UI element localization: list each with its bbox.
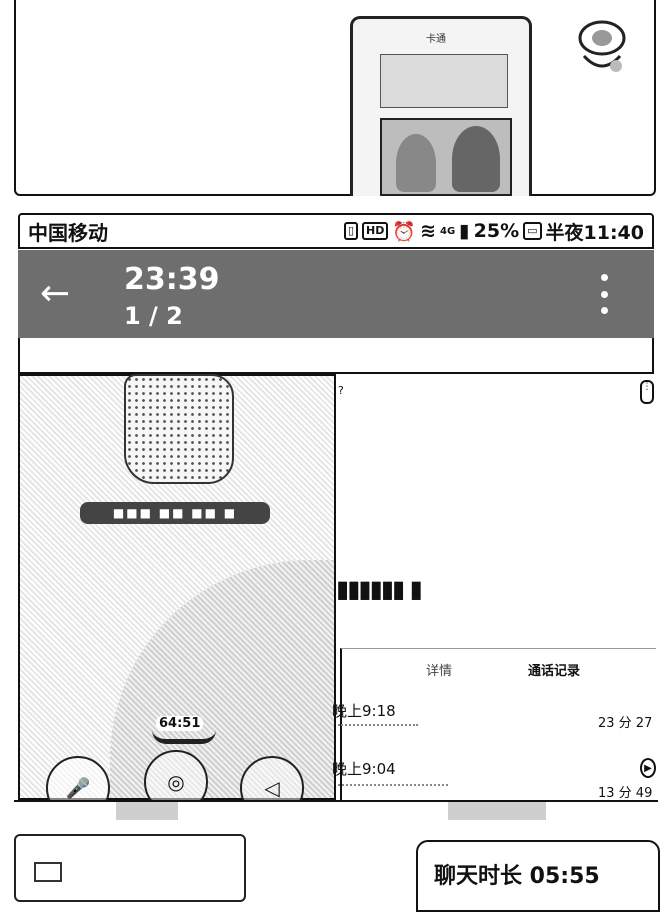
top-panel <box>14 0 656 196</box>
speaker-icon: ◎ <box>167 770 185 794</box>
alarm-icon: ⏰ <box>392 220 417 243</box>
redacted-chip <box>448 802 546 820</box>
phone-logo-text: 卡通 <box>426 34 446 45</box>
tab-call-records[interactable]: 通话记录 <box>528 660 580 679</box>
mail-icon <box>34 862 62 882</box>
signal-type: 4G <box>439 225 456 237</box>
battery-icon: ▭ <box>523 222 542 240</box>
record-time: 晚上9:18 <box>332 702 396 720</box>
clock: 半夜11:40 <box>545 221 644 244</box>
status-icons: ▯ HD ⏰ ≋ 4G ▮ 25% ▭ 半夜11:40 <box>343 218 644 245</box>
header-time: 23:39 <box>124 262 220 297</box>
chat-duration: 聊天时长 05:55 <box>434 864 600 889</box>
timer-arc <box>152 730 216 744</box>
more-options-icon[interactable] <box>598 274 610 314</box>
contact-name: ■■■ ■■ ■■ ■ <box>80 502 270 524</box>
contact-avatar <box>124 374 234 484</box>
redacted-chip <box>116 802 178 820</box>
header-subbar <box>18 338 654 374</box>
sound-icon: ◁ <box>264 776 280 800</box>
redacted-text-icon: ▮▮▮▮▮▮ ▮ <box>336 575 423 603</box>
record-duration: 13 分 49 <box>598 786 653 801</box>
tab-details[interactable]: 详情 <box>426 660 452 679</box>
call-timer: 64:51 <box>156 716 204 731</box>
phone-screen-image <box>380 54 508 108</box>
record-duration: 23 分 27 <box>598 716 653 731</box>
viewer-header <box>18 250 654 338</box>
record-detail-redacted <box>338 784 448 786</box>
side-handle-icon[interactable]: ⋮ <box>640 380 654 404</box>
back-arrow-icon[interactable]: ← <box>40 276 70 312</box>
chevron-right-icon[interactable]: ▶ <box>640 758 656 778</box>
vibrate-icon: ▯ <box>343 222 359 240</box>
record-detail-redacted <box>338 724 418 726</box>
hd-icon: HD <box>362 222 389 240</box>
carrier-label: 中国移动 <box>28 220 108 245</box>
bottom-bar <box>14 800 658 838</box>
cropped-glyph: ? <box>338 384 344 397</box>
status-bar: 中国移动 ▯ HD ⏰ ≋ 4G ▮ 25% ▭ 半夜11:40 <box>18 213 654 249</box>
record-time: 晚上9:04 <box>332 760 396 778</box>
signal-icon: ▮ <box>459 220 470 242</box>
cartoon-sticker-icon <box>572 16 632 86</box>
wifi-icon: ≋ <box>420 220 436 242</box>
battery-percent: 25% <box>473 220 520 242</box>
mic-icon: 🎤 <box>65 776 91 800</box>
page-indicator: 1 / 2 <box>124 302 183 330</box>
video-call-photo <box>380 118 512 196</box>
